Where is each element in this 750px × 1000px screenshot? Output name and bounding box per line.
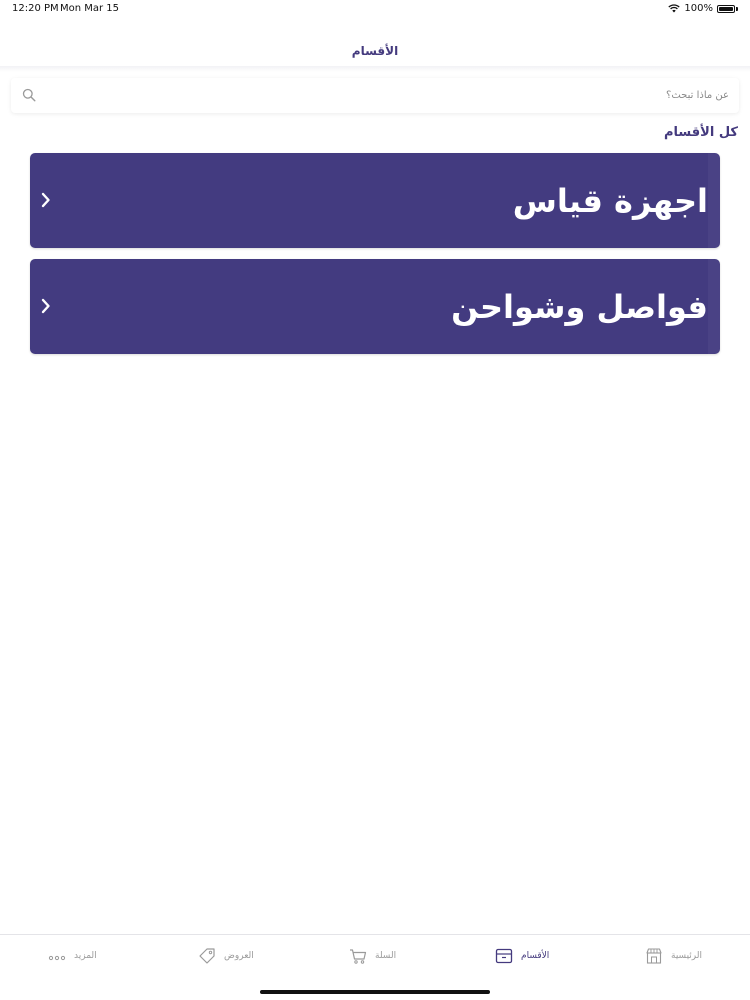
status-time: 12:20 PM (12, 3, 59, 14)
more-icon (48, 955, 66, 961)
status-date: Mon Mar 15 (60, 3, 120, 14)
cart-icon (350, 949, 367, 964)
battery-icon (717, 4, 735, 13)
tab-categories[interactable]: الأقسام (495, 947, 549, 965)
search-bar[interactable] (11, 78, 739, 113)
tab-label: الرئيسية (671, 951, 702, 961)
chevron-left-icon (41, 298, 50, 314)
card-edge (708, 153, 720, 248)
tab-cart[interactable]: السلة (349, 947, 396, 965)
search-input[interactable] (69, 78, 729, 113)
search-icon[interactable] (22, 88, 36, 102)
tab-offers[interactable]: العروض (198, 947, 254, 965)
tab-more[interactable]: المزيد (48, 947, 97, 965)
section-title: كل الأقسام (664, 125, 738, 140)
store-icon (646, 948, 662, 964)
tag-icon (199, 948, 215, 964)
tab-home[interactable]: الرئيسية (645, 947, 702, 965)
category-list: اجهزة قياس فواصل وشواحن (30, 153, 720, 365)
tab-label: العروض (224, 951, 254, 961)
tab-label: الأقسام (521, 951, 550, 961)
nav-divider (0, 66, 750, 72)
category-card-measuring-devices[interactable]: اجهزة قياس (30, 153, 720, 248)
category-label: فواصل وشواحن (451, 287, 708, 326)
wifi-icon (668, 4, 681, 13)
tab-label: المزيد (74, 951, 97, 961)
tab-label: السلة (375, 951, 397, 961)
page-title: الأقسام (351, 44, 399, 58)
status-bar: 12:20 PM Mon Mar 15 100% (0, 0, 750, 20)
status-indicators: 100% (668, 3, 738, 14)
box-icon (495, 948, 513, 964)
category-label: اجهزة قياس (512, 181, 708, 220)
home-indicator[interactable] (260, 990, 490, 994)
battery-percent: 100% (684, 3, 713, 14)
category-card-breakers-chargers[interactable]: فواصل وشواحن (30, 259, 720, 354)
card-edge (708, 259, 720, 354)
chevron-left-icon (41, 192, 50, 208)
